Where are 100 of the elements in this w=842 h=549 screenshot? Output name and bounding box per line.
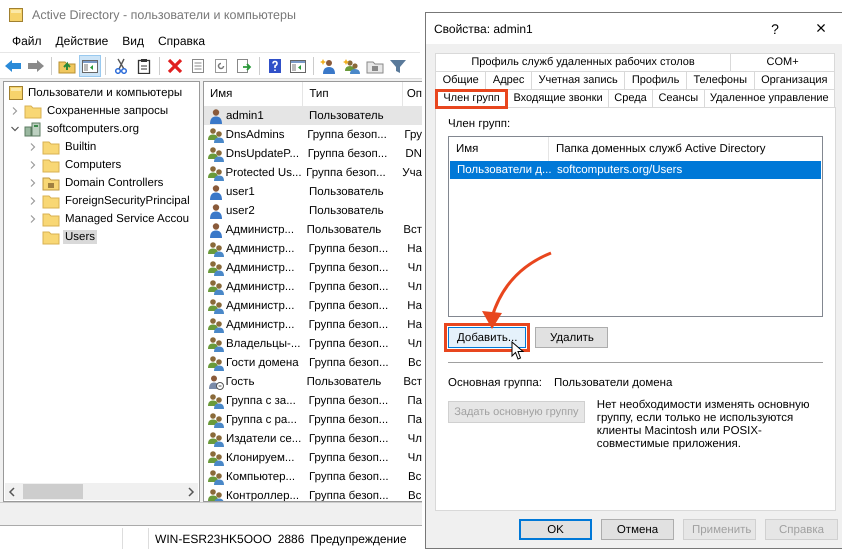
list-row[interactable]: admin1 Пользователь bbox=[204, 106, 422, 125]
group-icon bbox=[208, 336, 224, 352]
list-row[interactable]: Гость Пользователь Вст bbox=[204, 372, 422, 391]
list-row[interactable]: DnsAdmins Группа безоп... Гру bbox=[204, 125, 422, 144]
tab[interactable]: COM+ bbox=[730, 53, 836, 71]
description-cell: Чл bbox=[408, 338, 422, 350]
help-icon bbox=[266, 58, 284, 74]
menu-item[interactable]: Действие bbox=[50, 32, 116, 50]
type-cell: Группа безоп... bbox=[306, 166, 386, 178]
tab[interactable]: Профиль служб удаленных рабочих столов bbox=[435, 53, 732, 71]
tab[interactable]: Входящие звонки bbox=[507, 89, 609, 107]
chevron-right-icon bbox=[10, 106, 20, 116]
column-header[interactable]: Оп bbox=[402, 82, 422, 106]
list-row[interactable]: user2 Пользователь bbox=[204, 201, 422, 220]
list-row[interactable]: Администр... Группа безоп... Чл bbox=[204, 277, 422, 296]
type-cell: Группа безоп... bbox=[308, 432, 388, 444]
list-row[interactable]: Администр... Группа безоп... На bbox=[204, 315, 422, 334]
description-cell: Вс bbox=[408, 490, 422, 501]
folder-cell: softcomputers.org/Users bbox=[557, 164, 682, 176]
domain-icon bbox=[24, 121, 42, 137]
tab[interactable]: Среда bbox=[608, 89, 654, 107]
description-cell: Гру bbox=[404, 128, 422, 140]
remove-button[interactable]: Удалить bbox=[535, 327, 608, 348]
list-row[interactable]: Клонируем... Группа безоп... Чл bbox=[204, 448, 422, 467]
menu-item[interactable]: Вид bbox=[116, 32, 152, 50]
type-cell: Пользователь bbox=[309, 110, 384, 122]
column-header[interactable]: Папка доменных служб Active Directory bbox=[549, 137, 822, 161]
type-cell: Группа безоп... bbox=[308, 414, 388, 426]
log-cell-text: Предупреждение bbox=[309, 532, 407, 546]
tab[interactable]: Учетная запись bbox=[530, 71, 626, 89]
tree-item[interactable]: Computers bbox=[63, 158, 124, 172]
tab[interactable]: Общие bbox=[435, 71, 486, 89]
dialog-button[interactable]: Отмена bbox=[601, 519, 674, 540]
type-cell: Группа безоп... bbox=[308, 452, 388, 464]
description-cell: Чл bbox=[408, 432, 422, 444]
name-cell: Группа с за... bbox=[226, 394, 296, 406]
description-cell: Чл bbox=[408, 262, 422, 274]
user-icon bbox=[320, 58, 338, 74]
tab[interactable]: Член групп bbox=[435, 89, 508, 109]
list-row[interactable]: Администр... Группа безоп... На bbox=[204, 296, 422, 315]
type-cell: Группа безоп... bbox=[307, 128, 387, 140]
console-icon bbox=[8, 85, 24, 101]
user-icon bbox=[208, 202, 224, 218]
list-row[interactable]: Группа с ра... Группа безоп... Па bbox=[204, 410, 422, 429]
type-cell: Группа безоп... bbox=[309, 470, 389, 482]
name-cell: user1 bbox=[226, 186, 255, 198]
tree-item[interactable]: Сохраненные запросы bbox=[45, 104, 170, 118]
horizontal-scrollbar[interactable] bbox=[5, 483, 198, 500]
list-row[interactable]: Администр... Группа безоп... Чл bbox=[204, 258, 422, 277]
list-row[interactable]: DnsUpdateP... Группа безоп... DN bbox=[204, 144, 422, 163]
tab[interactable]: Организация bbox=[754, 71, 836, 89]
window-title: Active Directory - пользователи и компьютеры bbox=[32, 8, 296, 22]
tree-item[interactable]: Users bbox=[63, 230, 98, 244]
list-row[interactable]: Гости домена Группа безоп... Вс bbox=[204, 353, 422, 372]
list-row[interactable]: Издатели се... Группа безоп... Чл bbox=[204, 429, 422, 448]
type-cell: Группа безоп... bbox=[308, 338, 388, 350]
folder-icon bbox=[42, 193, 60, 209]
list-row[interactable]: Администр... Пользователь Вст bbox=[204, 220, 422, 239]
list-row[interactable]: Пользователи д... softcomputers.org/Users bbox=[450, 161, 821, 179]
console-icon bbox=[8, 7, 24, 23]
close-button[interactable]: × bbox=[798, 18, 842, 39]
group-icon bbox=[208, 354, 224, 370]
log-cell-text: 2886 bbox=[276, 532, 304, 546]
group-icon bbox=[208, 126, 224, 142]
group-icon bbox=[208, 412, 224, 428]
name-cell: Контроллер... bbox=[226, 490, 300, 501]
list-row[interactable]: Компьютер... Группа безоп... Вс bbox=[204, 467, 422, 486]
list-row[interactable]: Владельцы-... Группа безоп... Чл bbox=[204, 334, 422, 353]
tab[interactable]: Профиль bbox=[624, 71, 687, 89]
tab[interactable]: Адрес bbox=[485, 71, 532, 89]
tree-item[interactable]: ForeignSecurityPrincipal bbox=[63, 194, 192, 208]
list-row[interactable]: user1 Пользователь bbox=[204, 182, 422, 201]
menu-item[interactable]: Файл bbox=[6, 32, 50, 50]
tree-item[interactable]: Managed Service Accou bbox=[63, 212, 192, 226]
tree-item[interactable]: Builtin bbox=[63, 140, 98, 154]
name-cell: Администр... bbox=[226, 224, 294, 236]
note-text: Нет необходимости изменять основную группу, если только не используются клиенты Macintosh или POSIX-совместимые приложения. bbox=[596, 399, 810, 451]
list-row[interactable]: Protected Us... Группа безоп... Уча bbox=[204, 163, 422, 182]
tree-item[interactable]: Domain Controllers bbox=[63, 176, 166, 190]
members-label: Член групп: bbox=[448, 118, 510, 130]
help-button[interactable]: ? bbox=[752, 20, 798, 36]
type-cell: Пользователь bbox=[309, 186, 384, 198]
tab[interactable]: Удаленное управление bbox=[704, 89, 836, 107]
tree-item[interactable]: softcomputers.org bbox=[45, 122, 142, 136]
tree-item[interactable]: Пользователи и компьютеры bbox=[28, 87, 182, 99]
tab[interactable]: Телефоны bbox=[686, 71, 755, 89]
forward-arrow-icon bbox=[27, 58, 45, 74]
user-icon bbox=[208, 108, 224, 124]
menu-item[interactable]: Справка bbox=[152, 32, 214, 50]
tab[interactable]: Сеансы bbox=[652, 89, 705, 107]
description-cell: На bbox=[407, 242, 422, 254]
name-cell: Администр... bbox=[226, 280, 294, 292]
description-cell: Чл bbox=[408, 280, 422, 292]
group-icon bbox=[208, 260, 224, 276]
user-icon bbox=[208, 222, 224, 238]
dialog-button[interactable]: OK bbox=[519, 519, 592, 540]
list-row[interactable]: Администр... Группа безоп... На bbox=[204, 239, 422, 258]
name-cell: Администр... bbox=[226, 262, 294, 274]
name-cell: Гости домена bbox=[226, 356, 299, 368]
list-row[interactable]: Группа с за... Группа безоп... Па bbox=[204, 391, 422, 410]
